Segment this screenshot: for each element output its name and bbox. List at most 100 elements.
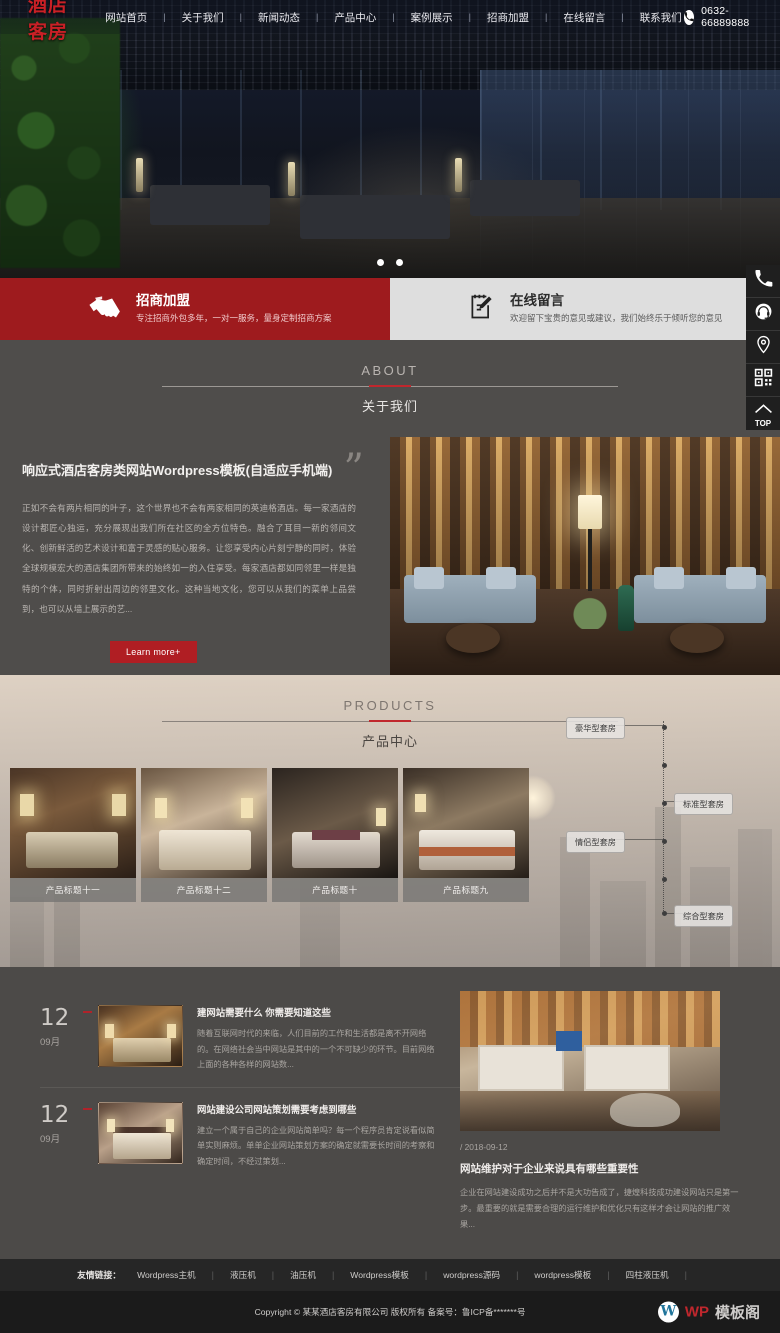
news-item[interactable]: 12 09月 建网站需要什么 你需要知道这些 随着互联网时代的来临，人们目前的工… (40, 991, 460, 1087)
site-logo[interactable]: 酒店客房 (28, 0, 81, 44)
room-type-label-standard[interactable]: 标准型套房 (674, 793, 733, 815)
featured-news-image (460, 991, 720, 1131)
side-map-button[interactable] (746, 331, 780, 364)
hero-plant-wall (0, 18, 120, 268)
copyright-text: Copyright © 某某酒店客房有限公司 版权所有 备案号：鲁ICP备***… (254, 1306, 526, 1317)
brand-text-wp: WP (684, 1303, 709, 1321)
featured-news[interactable]: / 2018-09-12 网站维护对于企业来说具有哪些重要性 企业在网站建设成功… (460, 991, 760, 1233)
product-card[interactable]: 产品标题十 (272, 768, 398, 902)
news-text: 建网站需要什么 你需要知道这些 随着互联网时代的来临，人们目前的工作和生活都是离… (197, 1005, 460, 1073)
products-section: PRODUCTS 产品中心 产品标题十一 产品标题十二 产品标题十 产品标题九 … (0, 675, 780, 967)
friendly-link-wordpress-template[interactable]: Wordpress模板 (350, 1269, 409, 1281)
news-date-dash (83, 1107, 92, 1110)
main-navigation: 网站首页 | 关于我们 | 新闻动态 | 产品中心 | 案例展示 | 招商加盟 … (103, 10, 683, 25)
product-card[interactable]: 产品标题十二 (141, 768, 267, 902)
product-caption: 产品标题九 (403, 878, 529, 902)
link-separator: | (607, 1269, 610, 1280)
nav-item-news[interactable]: 新闻动态 (256, 10, 302, 25)
wp-template-brand[interactable]: W WP 模板阁 (657, 1301, 760, 1323)
floating-side-toolbar: TOP (746, 265, 780, 430)
about-image-plant (570, 593, 610, 629)
product-card[interactable]: 产品标题十一 (10, 768, 136, 902)
friendly-link-hydraulic-press[interactable]: 液压机 (230, 1269, 256, 1281)
about-section: ABOUT 关于我们 ” 响应式酒店客房类网站Wordpress模板(自适应手机… (0, 340, 780, 675)
room-type-label-combo[interactable]: 综合型套房 (674, 905, 733, 927)
arrow-up-icon (754, 399, 773, 420)
nav-item-about[interactable]: 关于我们 (180, 10, 226, 25)
friendly-link-wordpress-source[interactable]: wordpress源码 (443, 1269, 500, 1281)
featured-news-date: / 2018-09-12 (460, 1142, 508, 1152)
news-date-dash (83, 1011, 92, 1013)
friendly-link-oil-press[interactable]: 油压机 (290, 1269, 316, 1281)
hero-sofa (150, 185, 270, 225)
friendly-link-wordpress-theme[interactable]: wordpress模板 (534, 1269, 591, 1281)
header-phone: 0632-66889888 (683, 5, 754, 29)
room-type-label-deluxe[interactable]: 豪华型套房 (566, 717, 625, 739)
franchise-banner[interactable]: 招商加盟 专注招商外包多年，一对一服务，量身定制招商方案 (0, 278, 390, 340)
nav-item-cases[interactable]: 案例展示 (409, 10, 455, 25)
nav-item-message[interactable]: 在线留言 (561, 10, 607, 25)
about-title-en: ABOUT (361, 363, 419, 378)
nav-separator: | (468, 12, 471, 22)
message-title: 在线留言 (510, 293, 564, 309)
news-desc: 随着互联网时代的来临，人们目前的工作和生活都是离不开网络的。在网络社会当中网站是… (197, 1029, 435, 1070)
logo-text: 酒店客房 (28, 0, 69, 43)
featured-news-title: 网站维护对于企业来说具有哪些重要性 (460, 1163, 639, 1175)
products-title-en: PRODUCTS (343, 698, 437, 713)
hero-banner: 酒店客房 网站首页 | 关于我们 | 新闻动态 | 产品中心 | 案例展示 | … (0, 0, 780, 278)
nav-item-products[interactable]: 产品中心 (332, 10, 378, 25)
side-qrcode-button[interactable] (746, 364, 780, 397)
nav-item-home[interactable]: 网站首页 (103, 10, 149, 25)
news-month: 09月 (40, 1037, 61, 1048)
room-type-label-couple[interactable]: 情侣型套房 (566, 831, 625, 853)
about-image-table (446, 623, 500, 653)
friendly-links-bar: 友情链接： Wordpress主机 | 液压机 | 油压机 | Wordpres… (0, 1258, 780, 1291)
about-body: ” 响应式酒店客房类网站Wordpress模板(自适应手机端) 正如不会有两片相… (0, 437, 780, 675)
news-date: 12 09月 (40, 1005, 98, 1048)
nav-separator: | (163, 12, 166, 22)
link-separator: | (424, 1269, 428, 1280)
news-thumbnail (98, 1005, 183, 1067)
nav-separator: | (545, 12, 548, 22)
copyright-bar: Copyright © 某某酒店客房有限公司 版权所有 备案号：鲁ICP备***… (0, 1290, 780, 1333)
carousel-dot-2[interactable] (396, 259, 403, 266)
friendly-links-label: 友情链接： (77, 1270, 122, 1281)
brand-text-cn: 模板阁 (714, 1304, 760, 1322)
news-section: 12 09月 建网站需要什么 你需要知道这些 随着互联网时代的来临，人们目前的工… (0, 967, 780, 1259)
carousel-dot-1[interactable] (377, 259, 384, 266)
nav-item-franchise[interactable]: 招商加盟 (485, 10, 531, 25)
wordpress-icon: W (657, 1301, 679, 1323)
timeline-tick (662, 877, 667, 882)
site-header: 酒店客房 网站首页 | 关于我们 | 新闻动态 | 产品中心 | 案例展示 | … (0, 0, 780, 43)
link-separator: | (211, 1269, 214, 1280)
nav-item-contact[interactable]: 联系我们 (638, 10, 684, 25)
product-card[interactable]: 产品标题九 (403, 768, 529, 902)
about-image-table (670, 623, 724, 653)
news-month: 09月 (40, 1133, 61, 1145)
friendly-link-wordpress-host[interactable]: Wordpress主机 (137, 1269, 196, 1281)
side-phone-button[interactable] (746, 265, 780, 298)
hero-sofa (470, 180, 580, 216)
about-title-cn: 关于我们 (361, 399, 418, 414)
message-banner[interactable]: 在线留言 欢迎留下宝贵的意见或建议，我们始终乐于倾听您的意见 (390, 278, 780, 340)
news-item[interactable]: 12 09月 网站建设公司网站策划需要考虑到哪些 建立一个属于自己的企业网站简单… (40, 1086, 460, 1184)
about-image-cushion (486, 567, 516, 589)
section-divider (162, 721, 618, 722)
nav-separator: | (392, 12, 395, 22)
side-back-to-top-button[interactable]: TOP (746, 397, 780, 430)
message-pen-icon (468, 293, 496, 326)
learn-more-button[interactable]: Learn more+ (110, 640, 197, 663)
side-service-button[interactable] (746, 298, 780, 331)
page-root: 酒店客房 网站首页 | 关于我们 | 新闻动态 | 产品中心 | 案例展示 | … (0, 0, 780, 1333)
product-caption: 产品标题十 (272, 878, 398, 902)
nav-separator: | (239, 12, 242, 22)
timeline-tick (662, 763, 667, 768)
product-image (272, 768, 398, 878)
about-paragraph: 正如不会有两片相同的叶子，这个世界也不会有两家相同的英迪格酒店。每一家酒店的设计… (22, 502, 356, 614)
headset-icon (754, 302, 773, 326)
handshake-icon (88, 293, 122, 326)
news-text: 网站建设公司网站策划需要考虑到哪些 建立一个属于自己的企业网站简单吗？每一个程序… (197, 1102, 460, 1170)
news-title: 网站建设公司网站策划需要考虑到哪些 (197, 1103, 357, 1115)
friendly-link-four-column-press[interactable]: 四柱液压机 (626, 1269, 669, 1281)
quick-action-bar: 招商加盟 专注招商外包多年，一对一服务，量身定制招商方案 在线留言 欢迎留下宝贵… (0, 278, 780, 340)
